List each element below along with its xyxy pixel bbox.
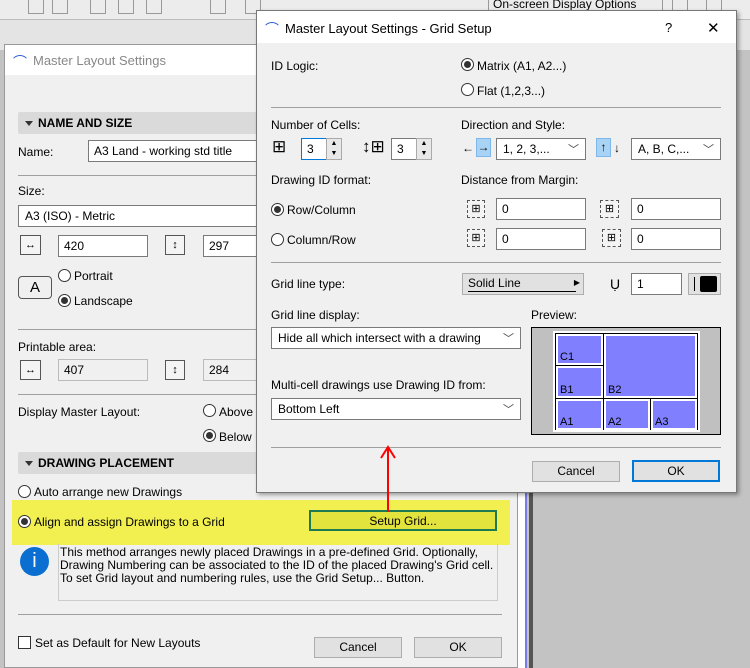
grid-setup-dialog: ⌒ Master Layout Settings - Grid Setup ? … <box>256 10 737 493</box>
paper-orientation-icon: A <box>18 276 52 299</box>
above-radio[interactable] <box>203 404 216 417</box>
landscape-label: Landscape <box>74 294 133 308</box>
name-input[interactable]: A3 Land - working std title <box>88 140 268 162</box>
section-name-and-size[interactable]: NAME AND SIZE <box>18 112 263 134</box>
height-input[interactable]: 297 <box>203 235 263 257</box>
grid-ok-button[interactable]: OK <box>632 460 720 482</box>
printable-area-label: Printable area: <box>18 340 97 354</box>
auto-arrange-radio[interactable] <box>18 485 31 498</box>
cancel-button[interactable]: Cancel <box>314 637 402 658</box>
close-button[interactable]: ✕ <box>707 19 720 37</box>
printable-height-icon: ↕ <box>165 360 185 380</box>
default-checkbox[interactable] <box>18 636 31 649</box>
width-input[interactable]: 420 <box>58 235 148 257</box>
grid-cancel-button[interactable]: Cancel <box>532 461 620 482</box>
auto-arrange-label: Auto arrange new Drawings <box>34 485 183 499</box>
setup-grid-button[interactable]: Setup Grid... <box>309 510 497 531</box>
align-grid-radio[interactable] <box>18 515 31 528</box>
info-text: This method arranges newly placed Drawin… <box>58 544 498 601</box>
width-icon: ↔ <box>20 235 41 255</box>
divider <box>18 614 502 615</box>
printable-width-icon: ↔ <box>20 360 41 380</box>
below-radio[interactable] <box>203 429 216 442</box>
portrait-radio[interactable] <box>58 269 71 282</box>
title-bar: ⌒ Master Layout Settings - Grid Setup ? … <box>257 11 736 43</box>
size-label: Size: <box>18 184 45 198</box>
display-master-layout-label: Display Master Layout: <box>18 405 141 419</box>
height-icon: ↕ <box>165 235 185 255</box>
divider <box>18 394 258 395</box>
archicad-icon: ⌒ <box>265 21 279 37</box>
size-select[interactable]: A3 (ISO) - Metric <box>18 205 268 227</box>
landscape-radio[interactable] <box>58 294 71 307</box>
section-drawing-placement[interactable]: DRAWING PLACEMENT <box>18 452 263 474</box>
dialog-title: Master Layout Settings - Grid Setup <box>285 21 492 36</box>
divider <box>18 175 258 176</box>
ok-button[interactable]: OK <box>414 637 502 658</box>
portrait-label: Portrait <box>74 269 113 283</box>
default-label: Set as Default for New Layouts <box>35 636 201 650</box>
info-icon: i <box>20 547 49 576</box>
annotation-arrow <box>380 445 396 512</box>
name-label: Name: <box>18 145 54 159</box>
align-grid-label: Align and assign Drawings to a Grid <box>34 515 225 529</box>
printable-width: 407 <box>58 359 148 381</box>
printable-height: 284 <box>203 359 263 381</box>
help-button[interactable]: ? <box>665 20 672 35</box>
divider <box>18 329 258 330</box>
